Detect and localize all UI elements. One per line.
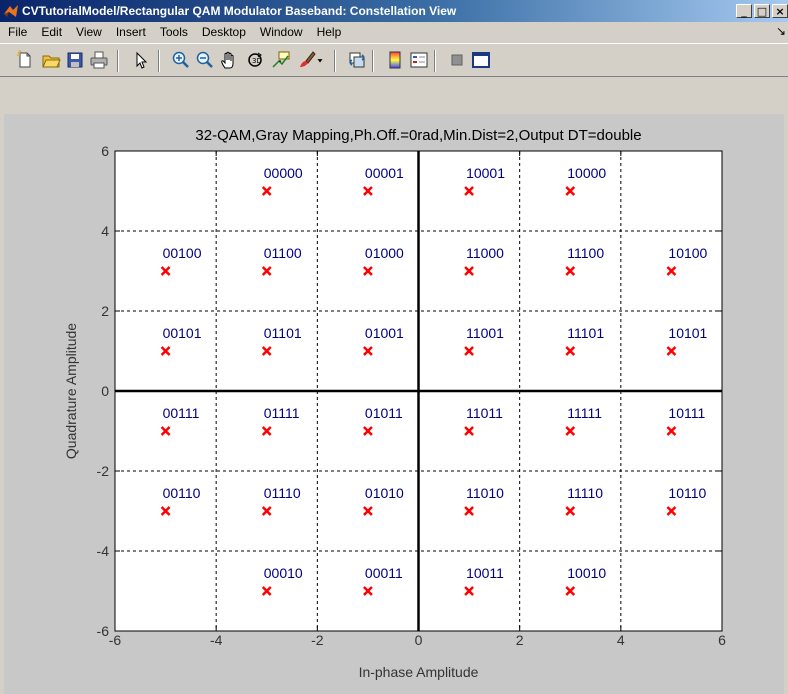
y-tick-label: -2 xyxy=(97,463,110,479)
x-tick-label: 2 xyxy=(516,632,524,648)
x-axis-label: In-phase Amplitude xyxy=(359,664,479,680)
y-tick-label: -4 xyxy=(97,543,110,559)
constellation-point-label: 01111 xyxy=(264,405,300,421)
x-tick-label: -6 xyxy=(109,632,122,648)
constellation-point-label: 00110 xyxy=(163,485,201,501)
constellation-point-label: 00011 xyxy=(365,565,403,581)
constellation-point-label: 01100 xyxy=(264,245,302,261)
constellation-point-label: 11001 xyxy=(466,325,504,341)
constellation-point-label: 00000 xyxy=(264,165,303,181)
y-tick-label: 2 xyxy=(101,303,109,319)
constellation-point-label: 11010 xyxy=(466,485,504,501)
constellation-point-label: 11110 xyxy=(567,485,603,501)
constellation-point-label: 11100 xyxy=(567,245,604,261)
constellation-point-label: 10110 xyxy=(668,485,706,501)
constellation-point-label: 10000 xyxy=(567,165,606,181)
constellation-point-label: 00100 xyxy=(163,245,202,261)
y-axis-label: Quadrature Amplitude xyxy=(63,323,79,459)
x-tick-label: 6 xyxy=(718,632,726,648)
constellation-point-label: 00101 xyxy=(163,325,202,341)
constellation-plot: -6 -4 -2 0 2 4 6 -6 -4 -2 0 2 4 6 32-QAM,Gray Mapping,… xyxy=(63,127,726,680)
constellation-point-label: 01101 xyxy=(264,325,302,341)
y-tick-label: 6 xyxy=(101,143,109,159)
constellation-point-label: 00111 xyxy=(163,405,200,421)
constellation-point-label: 01001 xyxy=(365,325,404,341)
constellation-point-label: 10011 xyxy=(466,565,504,581)
constellation-point-label: 00001 xyxy=(365,165,404,181)
constellation-point-label: 11101 xyxy=(567,325,604,341)
constellation-point-label: 01011 xyxy=(365,405,403,421)
constellation-point-label: 01010 xyxy=(365,485,404,501)
constellation-point-label: 01110 xyxy=(264,485,301,501)
x-tick-label: -2 xyxy=(311,632,324,648)
constellation-point-label: 10010 xyxy=(567,565,606,581)
x-tick-label: -4 xyxy=(210,632,223,648)
constellation-point-label: 10001 xyxy=(466,165,505,181)
constellation-point-label: 10100 xyxy=(668,245,707,261)
x-tick-label: 4 xyxy=(617,632,625,648)
constellation-point-label: 00010 xyxy=(264,565,303,581)
y-tick-label: -6 xyxy=(97,623,110,639)
constellation-point-label: 11000 xyxy=(466,245,504,261)
constellation-point-label: 11011 xyxy=(466,405,503,421)
constellation-point-label: 10111 xyxy=(668,405,705,421)
constellation-point-label: 01000 xyxy=(365,245,404,261)
x-tick-label: 0 xyxy=(415,632,423,648)
chart-title: 32-QAM,Gray Mapping,Ph.Off.=0rad,Min.Dis… xyxy=(195,127,641,144)
constellation-point-label: 11111 xyxy=(567,405,602,421)
constellation-point-label: 10101 xyxy=(668,325,707,341)
y-tick-label: 0 xyxy=(101,383,109,399)
y-tick-label: 4 xyxy=(101,223,109,239)
